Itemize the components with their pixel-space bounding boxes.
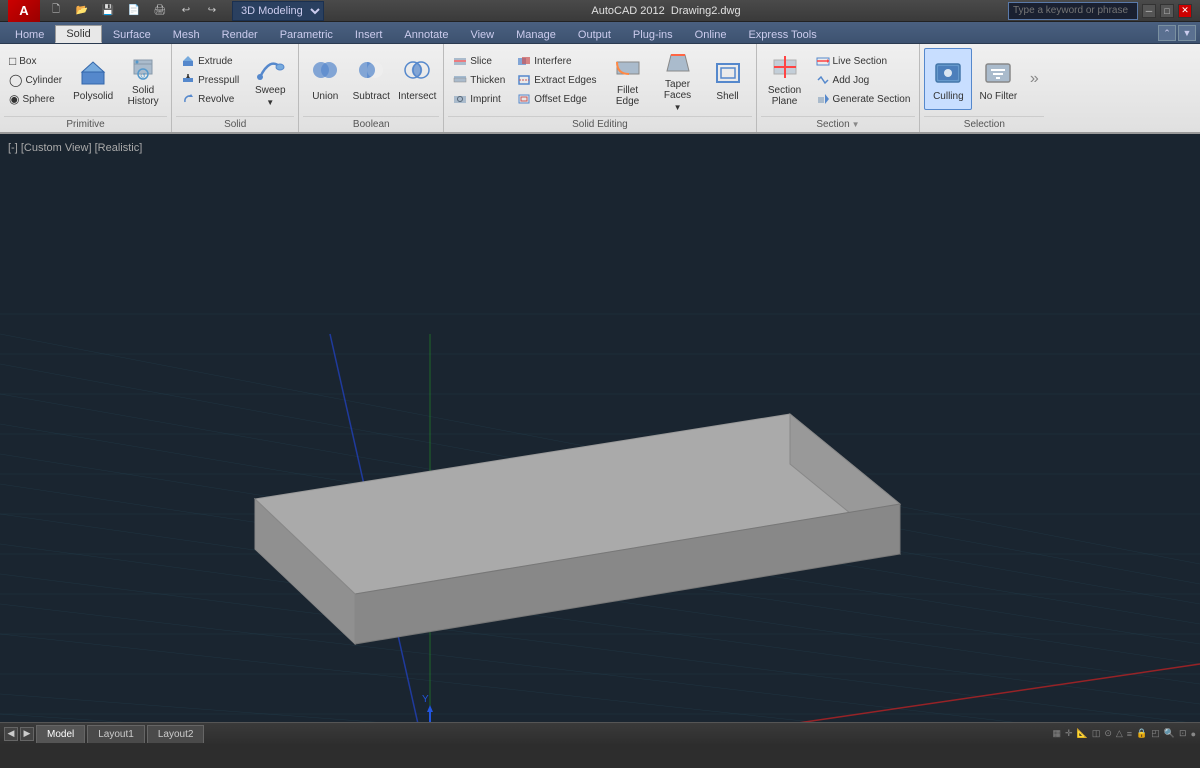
status-icon-9[interactable]: ◰: [1151, 728, 1160, 739]
status-icon-2[interactable]: ✛: [1065, 728, 1073, 739]
grid-canvas: X Y: [0, 134, 1200, 722]
tab-insert[interactable]: Insert: [344, 25, 394, 43]
boolean-label: Boolean: [303, 116, 439, 132]
redo-button[interactable]: ↪: [202, 2, 222, 20]
generatesection-button[interactable]: Generate Section: [811, 90, 916, 108]
presspull-button[interactable]: Presspull: [176, 71, 244, 89]
ribbon-group-selection: Culling No Filter » Selection: [920, 44, 1048, 132]
tab-surface[interactable]: Surface: [102, 25, 162, 43]
filletedge-button[interactable]: Fillet Edge: [604, 48, 652, 110]
tab-render[interactable]: Render: [211, 25, 269, 43]
more-button[interactable]: »: [1024, 48, 1044, 110]
ribbon-options[interactable]: ▼: [1178, 25, 1196, 41]
status-bar: ◀ ▶ Model Layout1 Layout2 ▦ ✛ 📐 ◫ ⊙ △ ≡ …: [0, 722, 1200, 744]
slice-button[interactable]: Slice: [448, 52, 510, 70]
tab-view[interactable]: View: [459, 25, 505, 43]
tab-online[interactable]: Online: [684, 25, 738, 43]
status-icon-12[interactable]: ●: [1191, 729, 1196, 739]
prev-tab-button[interactable]: ◀: [4, 727, 18, 741]
status-icon-1[interactable]: ▦: [1053, 728, 1062, 739]
status-icon-10[interactable]: 🔍: [1164, 728, 1175, 739]
next-tab-button[interactable]: ▶: [20, 727, 34, 741]
status-icon-3[interactable]: 📐: [1077, 728, 1088, 739]
revolve-button[interactable]: Revolve: [176, 90, 244, 108]
culling-button[interactable]: Culling: [924, 48, 972, 110]
ribbon-group-boolean: Union Subtract: [299, 44, 444, 132]
y-axis-label: Y: [422, 694, 429, 705]
app-button[interactable]: A: [8, 0, 40, 22]
sectionplane-button[interactable]: Section Plane: [761, 48, 809, 110]
save-button[interactable]: 💾: [98, 2, 118, 20]
tab-plugins[interactable]: Plug-ins: [622, 25, 684, 43]
section-expand[interactable]: ▼: [852, 120, 860, 129]
workspace-selector[interactable]: 3D Modeling3D Modeling: [232, 1, 324, 21]
sweep-button[interactable]: Sweep ▼: [246, 48, 294, 110]
subtract-button[interactable]: Subtract: [349, 48, 393, 110]
tab-solid[interactable]: Solid: [55, 25, 101, 43]
title-bar: A 🗋 📂 💾 📄 🖨 ↩ ↪ 3D Modeling3D Modeling A…: [0, 0, 1200, 22]
status-icon-11[interactable]: ⊡: [1179, 728, 1187, 739]
intersect-button[interactable]: Intersect: [395, 48, 439, 110]
union-button[interactable]: Union: [303, 48, 347, 110]
status-icon-4[interactable]: ◫: [1092, 728, 1101, 739]
minimize-button[interactable]: ─: [1142, 4, 1156, 18]
interfere-button[interactable]: Interfere: [512, 52, 601, 70]
ribbon-group-solidediting: Slice Thicken Imprint Interfere: [444, 44, 756, 132]
ribbon-toggle[interactable]: ⌃: [1158, 25, 1176, 41]
layout2-tab[interactable]: Layout2: [147, 725, 205, 743]
svg-text:↺: ↺: [140, 73, 146, 80]
viewport[interactable]: [-] [Custom View] [Realistic]: [0, 134, 1200, 722]
tab-annotate[interactable]: Annotate: [393, 25, 459, 43]
open-button[interactable]: 📂: [72, 2, 92, 20]
new-button[interactable]: 🗋: [46, 2, 66, 20]
status-icon-5[interactable]: ⊙: [1104, 728, 1112, 739]
imprint-button[interactable]: Imprint: [448, 90, 510, 108]
status-icon-7[interactable]: ≡: [1127, 729, 1132, 739]
solidediting-label: Solid Editing: [448, 116, 751, 132]
ribbon-group-solid: Extrude Presspull Revolve: [172, 44, 299, 132]
nofilter-button[interactable]: No Filter: [974, 48, 1022, 110]
tab-manage[interactable]: Manage: [505, 25, 567, 43]
offsetedge-button[interactable]: Offset Edge: [512, 90, 601, 108]
taperfaces-button[interactable]: Taper Faces ▼: [654, 48, 702, 110]
saveas-button[interactable]: 📄: [124, 2, 144, 20]
sphere-button[interactable]: ◉ Sphere: [4, 90, 67, 108]
window-title: AutoCAD 2012 Drawing2.dwg: [324, 5, 1008, 17]
ribbon-group-section: Section Plane Live Section Add Jog Gener…: [757, 44, 921, 132]
search-input[interactable]: [1008, 2, 1138, 20]
ribbon: □ Box ◯ Cylinder ◉ Sphere: [0, 44, 1200, 134]
thicken-button[interactable]: Thicken: [448, 71, 510, 89]
close-button[interactable]: ✕: [1178, 4, 1192, 18]
solid-label: Solid: [176, 116, 294, 132]
cylinder-button[interactable]: ◯ Cylinder: [4, 71, 67, 89]
menu-tabs: Home Solid Surface Mesh Render Parametri…: [0, 22, 1200, 44]
model-tab[interactable]: Model: [36, 725, 85, 743]
livesection-button[interactable]: Live Section: [811, 52, 916, 70]
extractedges-button[interactable]: Extract Edges: [512, 71, 601, 89]
viewport-label: [-] [Custom View] [Realistic]: [8, 142, 142, 154]
solidhistory-button[interactable]: ↺ Solid History: [119, 48, 167, 110]
tab-mesh[interactable]: Mesh: [162, 25, 211, 43]
section-label: Section ▼: [761, 116, 916, 132]
tab-output[interactable]: Output: [567, 25, 622, 43]
status-icon-6[interactable]: △: [1116, 728, 1123, 739]
extrude-button[interactable]: Extrude: [176, 52, 244, 70]
maximize-button[interactable]: □: [1160, 4, 1174, 18]
layout1-tab[interactable]: Layout1: [87, 725, 145, 743]
polysolid-button[interactable]: Polysolid: [69, 48, 117, 110]
tab-parametric[interactable]: Parametric: [269, 25, 344, 43]
status-icon-8[interactable]: 🔒: [1136, 728, 1147, 739]
addjog-button[interactable]: Add Jog: [811, 71, 916, 89]
print-button[interactable]: 🖨: [150, 2, 170, 20]
box-button[interactable]: □ Box: [4, 52, 67, 70]
undo-button[interactable]: ↩: [176, 2, 196, 20]
tab-expresstools[interactable]: Express Tools: [737, 25, 827, 43]
selection-label: Selection: [924, 116, 1044, 132]
shell-button[interactable]: Shell: [704, 48, 752, 110]
tab-home[interactable]: Home: [4, 25, 55, 43]
ribbon-group-primitive: □ Box ◯ Cylinder ◉ Sphere: [0, 44, 172, 132]
primitive-label: Primitive: [4, 116, 167, 132]
